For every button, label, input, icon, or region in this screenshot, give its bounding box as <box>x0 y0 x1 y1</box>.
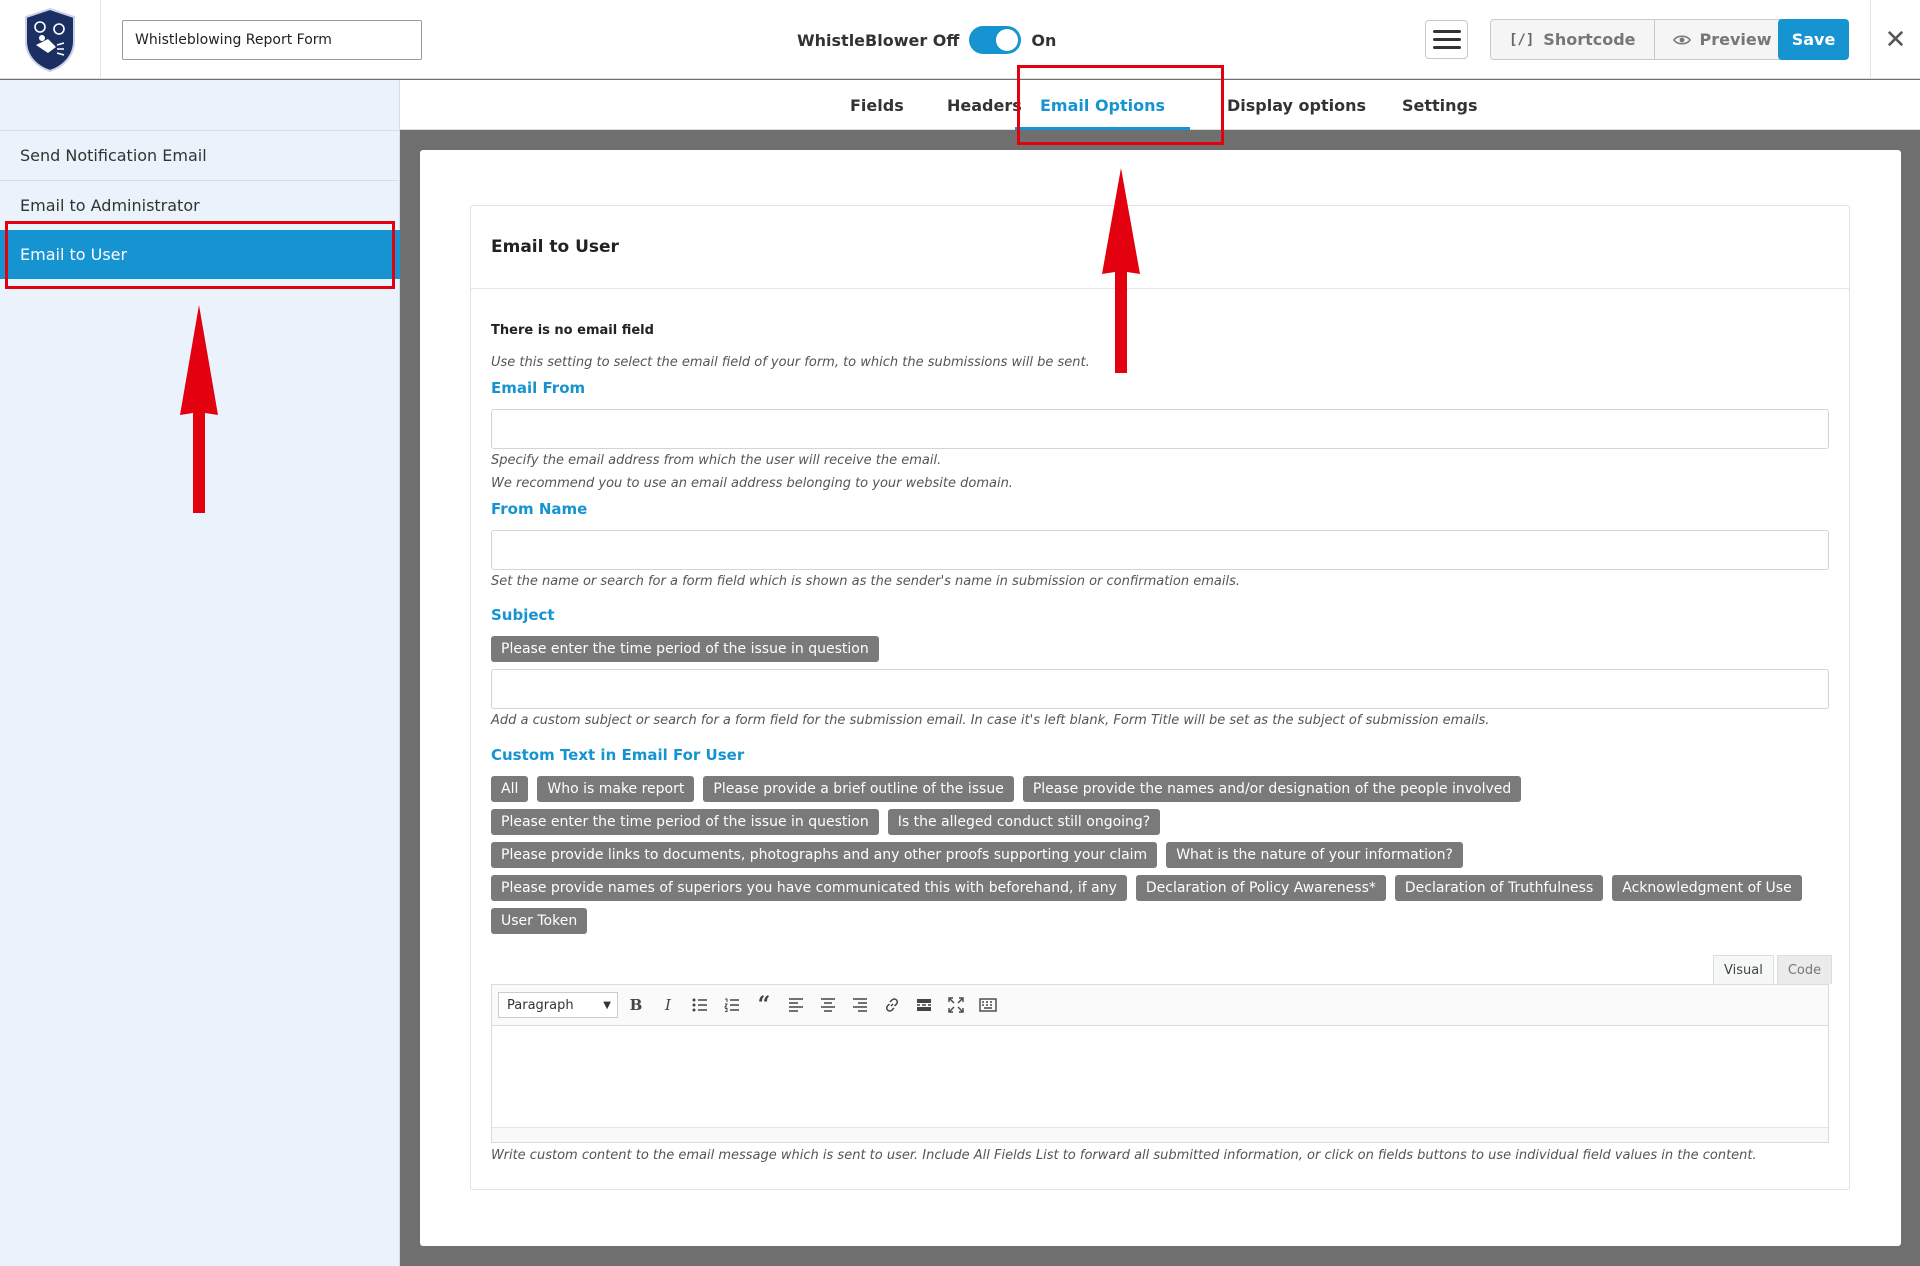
close-icon[interactable]: ✕ <box>1870 0 1920 79</box>
editor-status-bar <box>492 1127 1828 1142</box>
email-from-help-2: We recommend you to use an email address… <box>491 476 1013 491</box>
tab-headers[interactable]: Headers <box>947 80 1022 130</box>
form-title-input[interactable] <box>122 20 422 60</box>
tab-settings[interactable]: Settings <box>1402 80 1478 130</box>
email-from-help-1: Specify the email address from which the… <box>491 453 942 468</box>
shield-logo-icon <box>25 7 75 72</box>
eye-icon <box>1672 34 1691 45</box>
bullet-list-icon[interactable] <box>686 991 714 1019</box>
read-more-icon[interactable] <box>910 991 938 1019</box>
subject-field-chip[interactable]: Please enter the time period of the issu… <box>491 636 879 662</box>
subject-help: Add a custom subject or search for a for… <box>491 713 1490 728</box>
top-bar: WhistleBlower Off On [/] Shortcode Previ… <box>0 0 1920 79</box>
subject-input[interactable] <box>491 669 1829 709</box>
annotation-box-tab <box>1017 65 1224 145</box>
shortcode-button[interactable]: [/] Shortcode <box>1491 20 1654 59</box>
sidebar-item-send-notification-email[interactable]: Send Notification Email <box>0 130 400 179</box>
toggle-off-label: WhistleBlower Off <box>797 30 960 50</box>
custom-text-label: Custom Text in Email For User <box>491 746 745 764</box>
save-button[interactable]: Save <box>1778 19 1849 60</box>
bold-icon[interactable]: B <box>622 991 650 1019</box>
email-from-label: Email From <box>491 379 586 397</box>
field-chip-row-2: Please enter the time period of the issu… <box>491 809 1161 835</box>
hamburger-icon <box>1432 30 1461 33</box>
fullscreen-icon[interactable] <box>942 991 970 1019</box>
no-email-field-note: There is no email field <box>491 323 654 338</box>
paragraph-format-select[interactable]: Paragraph ▼ <box>498 992 618 1018</box>
field-chip-row-4: Please provide names of superiors you ha… <box>491 875 1802 901</box>
field-chip-user-token[interactable]: User Token <box>491 908 588 934</box>
field-chip[interactable]: Acknowledgment of Use <box>1612 875 1802 901</box>
custom-text-editor[interactable] <box>491 1026 1829 1143</box>
action-button-group: [/] Shortcode Preview <box>1490 19 1791 60</box>
card-title: Email to User <box>471 206 1849 289</box>
field-chip[interactable]: Declaration of Policy Awareness* <box>1135 875 1386 901</box>
field-chip[interactable]: What is the nature of your information? <box>1166 842 1463 868</box>
field-chip[interactable]: Declaration of Truthfulness <box>1394 875 1604 901</box>
paragraph-format-value: Paragraph <box>507 997 574 1013</box>
chevron-down-icon: ▼ <box>603 999 611 1011</box>
field-chip[interactable]: Please provide the names and/or designat… <box>1022 776 1522 802</box>
whistleblower-toggle-group: WhistleBlower Off On <box>797 26 1056 54</box>
annotation-arrow-sidebar-icon <box>180 305 218 513</box>
editor-toolbar: Paragraph ▼ B I “ <box>491 984 1829 1026</box>
tab-fields[interactable]: Fields <box>850 80 904 130</box>
menu-button[interactable] <box>1425 20 1468 59</box>
whistleblower-toggle-switch[interactable] <box>969 26 1022 54</box>
tab-display-options[interactable]: Display options <box>1227 80 1366 130</box>
from-name-label: From Name <box>491 500 588 518</box>
field-chip-row-5: User Token <box>491 908 588 934</box>
from-name-help: Set the name or search for a form field … <box>491 574 1240 589</box>
keyboard-icon[interactable] <box>974 991 1002 1019</box>
shortcode-icon: [/] <box>1509 31 1535 48</box>
editor-tab-visual[interactable]: Visual <box>1713 955 1774 984</box>
preview-button[interactable]: Preview <box>1653 20 1790 59</box>
italic-icon[interactable]: I <box>654 991 682 1019</box>
logo <box>0 0 101 79</box>
align-left-icon[interactable] <box>782 991 810 1019</box>
shortcode-label: Shortcode <box>1543 30 1636 49</box>
annotation-box-sidebar <box>5 221 395 289</box>
editor-mode-tabs: Visual Code <box>1713 955 1833 984</box>
email-from-input[interactable] <box>491 409 1829 449</box>
field-chip[interactable]: Who is make report <box>537 776 695 802</box>
align-right-icon[interactable] <box>846 991 874 1019</box>
preview-label: Preview <box>1699 30 1772 49</box>
toggle-knob <box>996 29 1019 51</box>
custom-text-help: Write custom content to the email messag… <box>491 1148 1757 1163</box>
numbered-list-icon[interactable] <box>718 991 746 1019</box>
field-chip[interactable]: Please enter the time period of the issu… <box>491 809 879 835</box>
toggle-on-label: On <box>1031 30 1057 50</box>
link-icon[interactable] <box>878 991 906 1019</box>
field-chip[interactable]: Please provide links to documents, photo… <box>491 842 1158 868</box>
align-center-icon[interactable] <box>814 991 842 1019</box>
editor-tab-code[interactable]: Code <box>1776 955 1833 984</box>
field-chip-all[interactable]: All <box>491 776 529 802</box>
blockquote-icon[interactable]: “ <box>750 991 778 1019</box>
field-chip-row-3: Please provide links to documents, photo… <box>491 842 1463 868</box>
field-chip-row-1: All Who is make report Please provide a … <box>491 776 1522 802</box>
annotation-arrow-tab-icon <box>1102 168 1140 373</box>
field-chip[interactable]: Is the alleged conduct still ongoing? <box>887 809 1161 835</box>
from-name-input[interactable] <box>491 530 1829 570</box>
no-email-field-help: Use this setting to select the email fie… <box>491 355 1090 370</box>
field-chip[interactable]: Please provide names of superiors you ha… <box>491 875 1127 901</box>
subject-label: Subject <box>491 606 555 624</box>
field-chip[interactable]: Please provide a brief outline of the is… <box>703 776 1014 802</box>
